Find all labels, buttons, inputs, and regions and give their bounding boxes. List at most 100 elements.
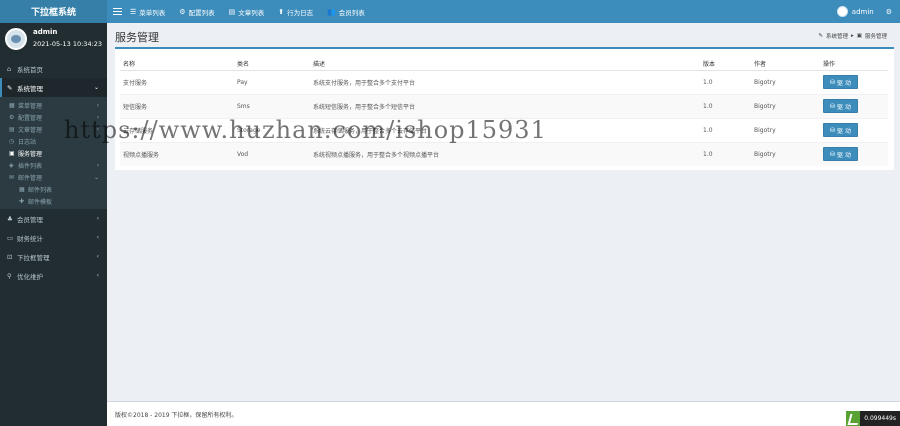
cell-author: Bigotry bbox=[754, 69, 823, 94]
top-nav: ☰ 菜单列表 ⚙ 配置列表 ▤ 文章列表 ⬆ 行为日志 👥 会员列表 bbox=[130, 0, 365, 23]
cell-desc: 系统支付服务，用于整合多个支付平台 bbox=[313, 69, 703, 94]
driver-button[interactable]: ⛁ 驱 动 bbox=[823, 75, 858, 89]
button-label: 驱 动 bbox=[837, 127, 851, 135]
sidebar-item-label: 服务管理 bbox=[18, 150, 43, 158]
cell-version: 1.0 bbox=[703, 117, 754, 142]
user-panel: admin 2021-05-13 10:34:23 bbox=[0, 23, 107, 55]
drive-icon: ⛁ bbox=[830, 150, 836, 158]
thinkphp-logo-icon bbox=[846, 411, 861, 426]
cell-version: 1.0 bbox=[703, 69, 754, 94]
brand-logo[interactable]: 下拉框系统 bbox=[0, 0, 107, 23]
sidebar-item-label: 插件列表 bbox=[18, 162, 43, 170]
cell-author: Bigotry bbox=[754, 117, 823, 142]
cell-name: 视频点播服务 bbox=[120, 141, 237, 166]
cell-action: ⛁ 驱 动 bbox=[823, 93, 888, 118]
monitor-icon: ▭ bbox=[7, 233, 14, 242]
top-navbar: 下拉框系统 ☰ 菜单列表 ⚙ 配置列表 ▤ 文章列表 ⬆ 行为日志 👥 会员列表 bbox=[0, 0, 900, 23]
cell-name: 短信服务 bbox=[120, 93, 237, 118]
nav-label: 文章列表 bbox=[238, 8, 265, 17]
sidebar-item-label: 系统管理 bbox=[17, 84, 43, 93]
plus-icon: ✚ bbox=[19, 197, 25, 205]
sidebar-item-menu-manage[interactable]: ▦ 菜单管理 ‹ bbox=[0, 99, 107, 111]
list-icon: ☰ bbox=[130, 7, 137, 16]
nav-member-list[interactable]: 👥 会员列表 bbox=[327, 7, 365, 17]
cell-class: Vod bbox=[237, 141, 313, 166]
document-icon: ▤ bbox=[9, 125, 15, 133]
driver-button[interactable]: ⛁ 驱 动 bbox=[823, 147, 858, 162]
cell-action: ⛁ 驱 动 bbox=[823, 141, 888, 166]
nav-label: 行为日志 bbox=[287, 8, 314, 17]
home-icon: ⌂ bbox=[7, 64, 12, 73]
sidebar-item-mail-manage[interactable]: ✉ 邮件管理 ⌄ bbox=[0, 171, 107, 183]
trace-widget[interactable]: 0.099449s bbox=[846, 411, 900, 426]
page-title: 服务管理 bbox=[115, 31, 159, 44]
gears-icon[interactable]: ⚙ bbox=[886, 8, 892, 16]
watermark-text: https://www.huzhan.com/ishop15931 bbox=[64, 116, 547, 144]
sidebar-item-system[interactable]: ✎ 系统管理 ⌄ bbox=[0, 78, 107, 97]
cell-class: Pay bbox=[237, 69, 313, 94]
drive-icon: ⛁ bbox=[830, 126, 836, 134]
document-icon: ▤ bbox=[228, 7, 236, 16]
button-label: 驱 动 bbox=[837, 151, 851, 159]
breadcrumb-item[interactable]: 系统管理 bbox=[826, 32, 848, 40]
sidebar-item-plugin-list[interactable]: ◈ 插件列表 ‹ bbox=[0, 159, 107, 171]
cell-desc: 系统视频点播服务，用于整合多个视频点播平台 bbox=[313, 141, 703, 166]
sidebar-item-optimize[interactable]: ⚲ 优化维护 ‹ bbox=[0, 266, 107, 285]
column-header: 作者 bbox=[754, 57, 823, 71]
log-icon: ⬆ bbox=[278, 7, 285, 16]
avatar bbox=[836, 6, 848, 17]
user-menu[interactable]: admin bbox=[836, 6, 874, 17]
sidebar-item-label: 财务统计 bbox=[17, 234, 43, 243]
driver-button[interactable]: ⛁ 驱 动 bbox=[823, 123, 858, 137]
top-right-area: admin ⚙ bbox=[836, 0, 892, 23]
sidebar-item-mail-template[interactable]: ✚ 邮件模板 bbox=[0, 195, 107, 207]
system-submenu: ▦ 菜单管理 ‹ ⚙ 配置管理 ‹ ▤ 文章管理 ‹ ◷ 日志站 ▣ 服务管理 bbox=[0, 97, 107, 209]
button-label: 驱 动 bbox=[837, 79, 851, 87]
sidebar-item-label: 配置管理 bbox=[18, 114, 43, 122]
driver-button[interactable]: ⛁ 驱 动 bbox=[823, 99, 858, 113]
server-icon: ▣ bbox=[9, 149, 15, 157]
nav-label: 配置列表 bbox=[188, 8, 215, 17]
table-row: 短信服务 Sms 系统短信服务，用于整合多个短信平台 1.0 Bigotry ⛁… bbox=[120, 93, 888, 118]
sidebar-item-service-manage[interactable]: ▣ 服务管理 bbox=[0, 147, 107, 159]
cell-desc: 系统短信服务，用于整合多个短信平台 bbox=[313, 93, 703, 118]
content-header: 服务管理 ✎ 系统管理 ▸ ▣ 服务管理 bbox=[107, 23, 900, 47]
sidebar-item-finance[interactable]: ▭ 财务统计 ‹ bbox=[0, 228, 107, 247]
nav-behavior-log[interactable]: ⬆ 行为日志 bbox=[278, 7, 313, 17]
cell-action: ⛁ 驱 动 bbox=[823, 117, 888, 142]
cell-version: 1.0 bbox=[703, 141, 754, 166]
nav-config-list[interactable]: ⚙ 配置列表 bbox=[179, 7, 214, 17]
breadcrumb-item: 服务管理 bbox=[864, 34, 887, 40]
clock-icon: ◷ bbox=[9, 137, 15, 145]
nav-menu-list[interactable]: ☰ 菜单列表 bbox=[130, 7, 165, 17]
sidebar-item-label: 邮件模板 bbox=[28, 198, 53, 206]
sidebar-item-label: 日志站 bbox=[18, 138, 37, 146]
sidebar-item-mail-list[interactable]: ▦ 邮件列表 bbox=[0, 183, 107, 195]
sidebar-item-members[interactable]: ♣ 会员管理 ‹ bbox=[0, 209, 107, 228]
wrench-icon: ✎ bbox=[818, 33, 823, 39]
sidebar-item-label: 菜单管理 bbox=[18, 102, 43, 110]
sidebar: admin 2021-05-13 10:34:23 ⌂ 系统首页 ✎ 系统管理 … bbox=[0, 23, 107, 426]
sidebar-item-label: 文章管理 bbox=[18, 126, 43, 134]
table-header-row: 名称 类名 描述 版本 作者 操作 bbox=[120, 57, 888, 71]
sidebar-toggle-icon[interactable] bbox=[113, 6, 122, 17]
nav-article-list[interactable]: ▤ 文章列表 bbox=[229, 7, 265, 17]
nav-label: 菜单列表 bbox=[139, 8, 166, 17]
wrench-icon: ✎ bbox=[7, 83, 13, 92]
sidebar-item-home[interactable]: ⌂ 系统首页 bbox=[0, 59, 107, 78]
login-time: 2021-05-13 10:34:23 bbox=[33, 40, 103, 48]
cell-action: ⛁ 驱 动 bbox=[823, 69, 888, 94]
drive-icon: ⛁ bbox=[830, 78, 836, 86]
list-icon: ▦ bbox=[19, 185, 25, 193]
button-label: 驱 动 bbox=[837, 103, 851, 111]
column-header: 描述 bbox=[313, 57, 703, 71]
runtime-value: 0.099449s bbox=[860, 411, 900, 426]
column-header: 版本 bbox=[703, 57, 754, 71]
gear-icon: ⚙ bbox=[179, 7, 186, 16]
dropdown-icon: ⊡ bbox=[7, 252, 13, 261]
table-row: 视频点播服务 Vod 系统视频点播服务，用于整合多个视频点播平台 1.0 Big… bbox=[120, 141, 888, 166]
server-icon: ▣ bbox=[856, 33, 862, 39]
chevron-left-icon: ‹ bbox=[96, 215, 99, 222]
sidebar-item-dropdown[interactable]: ⊡ 下拉框管理 ‹ bbox=[0, 247, 107, 266]
tool-icon: ⚲ bbox=[7, 271, 12, 280]
